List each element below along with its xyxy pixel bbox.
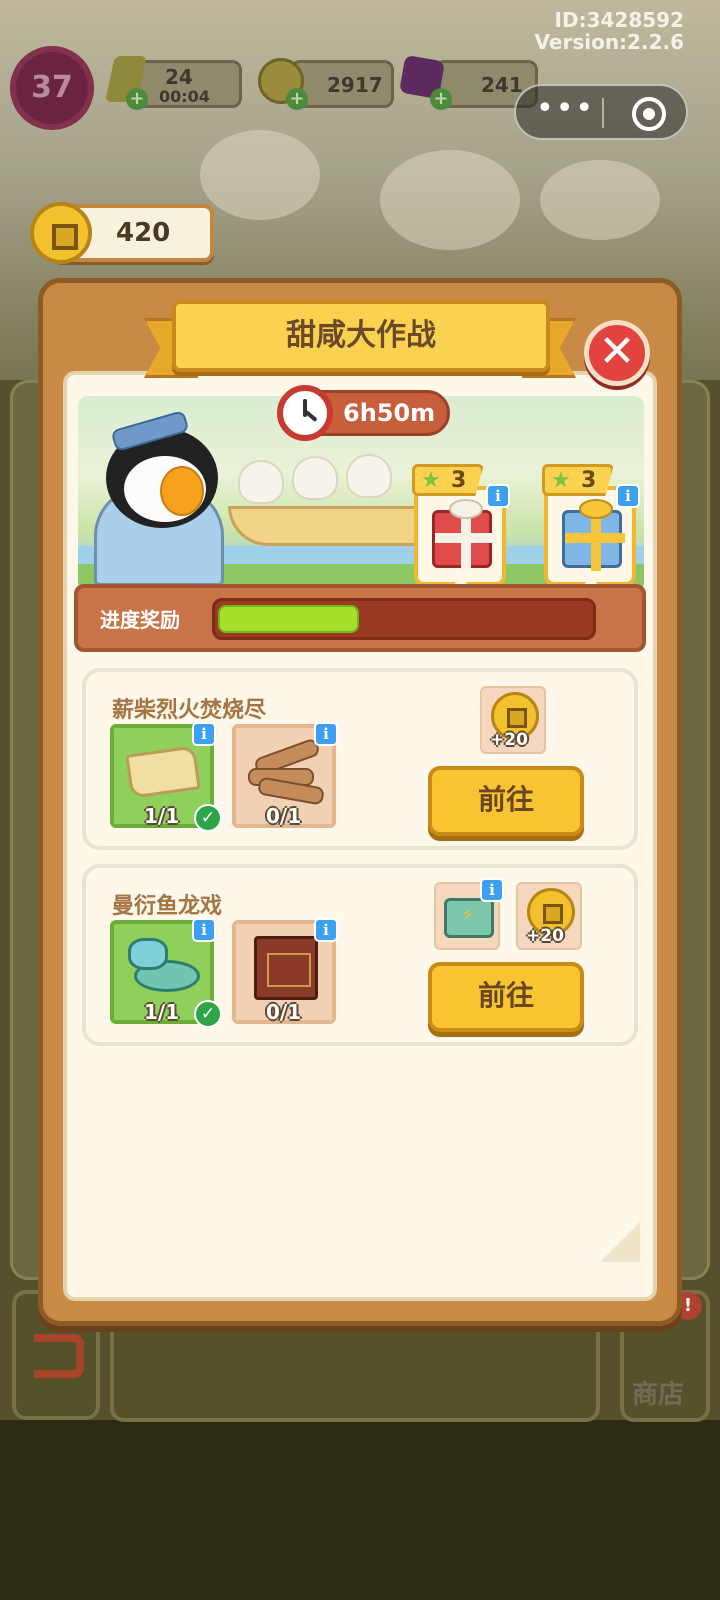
milestone-points-tag: ★ 3 (542, 464, 614, 496)
progress-fill (218, 605, 359, 633)
gem-value: 241 (481, 73, 523, 97)
milestone-points-tag: ★ 3 (412, 464, 484, 496)
go-button[interactable]: 前往 (428, 766, 584, 836)
gift-bow (449, 499, 483, 519)
progress-label: 进度奖励 (100, 608, 180, 632)
event-timer: 6h50m (277, 385, 450, 441)
checkmark-icon: ✓ (194, 1000, 222, 1028)
info-icon[interactable]: i (616, 484, 640, 508)
dumpling-character (238, 460, 284, 504)
requirement-count: 0/1 (266, 804, 302, 828)
reward-amount: +20 (526, 926, 564, 946)
dumpling-character (292, 456, 338, 500)
progress-track (212, 598, 596, 640)
milestone-reward-2[interactable]: ★ 3 i (542, 464, 640, 609)
info-icon[interactable]: i (192, 918, 216, 942)
checkmark-icon: ✓ (194, 804, 222, 832)
close-button[interactable]: ✕ (584, 320, 650, 386)
requirement-count: 0/1 (266, 1000, 302, 1024)
task-reward: i (434, 878, 504, 950)
requirement-count: 1/1 (144, 1000, 180, 1024)
progress-reward-bar: 进度奖励 (74, 584, 646, 652)
gift-ribbon (435, 533, 495, 543)
red-gift-box-icon (432, 499, 495, 571)
add-gems-button[interactable]: + (430, 88, 452, 110)
background-decoration (200, 130, 320, 220)
dialog-title: 甜咸大作战 (286, 318, 436, 353)
cabinet-icon (254, 936, 318, 1000)
go-button[interactable]: 前往 (428, 962, 584, 1032)
capsule-divider (602, 98, 604, 128)
dialog-title-banner: 甜咸大作战 (172, 300, 550, 372)
task-title: 曼衍鱼龙戏 (112, 894, 223, 919)
task-reward: +20 (480, 686, 546, 754)
dragon-toy-icon (126, 938, 204, 996)
requirement-item[interactable]: 1/1 ✓ i (110, 918, 222, 1028)
player-id: ID:3428592 (554, 8, 684, 32)
more-menu-button[interactable]: ••• (536, 94, 593, 124)
milestone-reward-1[interactable]: ★ 3 i (412, 464, 510, 609)
requirement-item[interactable]: 1/1 ✓ i (110, 722, 222, 832)
star-icon: ★ (421, 468, 441, 493)
background-decoration (540, 160, 660, 240)
mini-program-capsule: ••• (514, 84, 688, 140)
event-coin-icon (30, 202, 92, 264)
milestone-points: 3 (581, 468, 597, 493)
firewood-icon (248, 737, 326, 806)
background-decoration (380, 150, 520, 250)
info-icon[interactable]: i (480, 878, 504, 902)
info-icon[interactable]: i (314, 918, 338, 942)
paper-icon (125, 745, 201, 799)
task-card: 曼衍鱼龙戏 1/1 ✓ i 0/1 i i +20 前往 (82, 864, 638, 1046)
info-icon[interactable]: i (314, 722, 338, 746)
background-bottom (0, 1420, 720, 1600)
requirement-item[interactable]: 0/1 i (232, 722, 338, 828)
task-reward: +20 (516, 882, 582, 950)
blue-gift-box-icon (562, 499, 625, 571)
star-icon: ★ (551, 468, 571, 493)
gift-bow (579, 499, 613, 519)
dumpling-character (346, 454, 392, 498)
requirement-count: 1/1 (144, 804, 180, 828)
event-timer-value: 6h50m (343, 399, 436, 427)
event-coin-counter: 420 (30, 202, 214, 264)
requirement-item[interactable]: 0/1 i (232, 918, 338, 1024)
event-coin-value: 420 (116, 218, 171, 248)
penguin-beak (160, 466, 204, 516)
milestone-points: 3 (451, 468, 467, 493)
reward-amount: +20 (490, 730, 528, 750)
add-gold-button[interactable]: + (286, 88, 308, 110)
player-level[interactable]: 37 (10, 46, 94, 130)
close-miniprogram-button[interactable] (632, 97, 666, 131)
back-arrow-icon (34, 1334, 84, 1378)
task-title: 薪柴烈火焚烧尽 (112, 698, 267, 723)
dragon-head (128, 938, 168, 970)
version-text: Version:2.2.6 (534, 30, 685, 54)
task-card: 薪柴烈火焚烧尽 1/1 ✓ i 0/1 i +20 前往 (82, 668, 638, 850)
info-icon[interactable]: i (192, 722, 216, 746)
shop-label: 商店 (632, 1380, 685, 1410)
add-energy-button[interactable]: + (126, 88, 148, 110)
energy-chest-icon (444, 898, 494, 938)
info-icon[interactable]: i (486, 484, 510, 508)
energy-value: 24 (165, 65, 193, 89)
gold-value: 2917 (327, 73, 383, 97)
gift-ribbon (565, 533, 625, 543)
energy-timer: 00:04 (159, 87, 210, 106)
clock-icon (277, 385, 333, 441)
